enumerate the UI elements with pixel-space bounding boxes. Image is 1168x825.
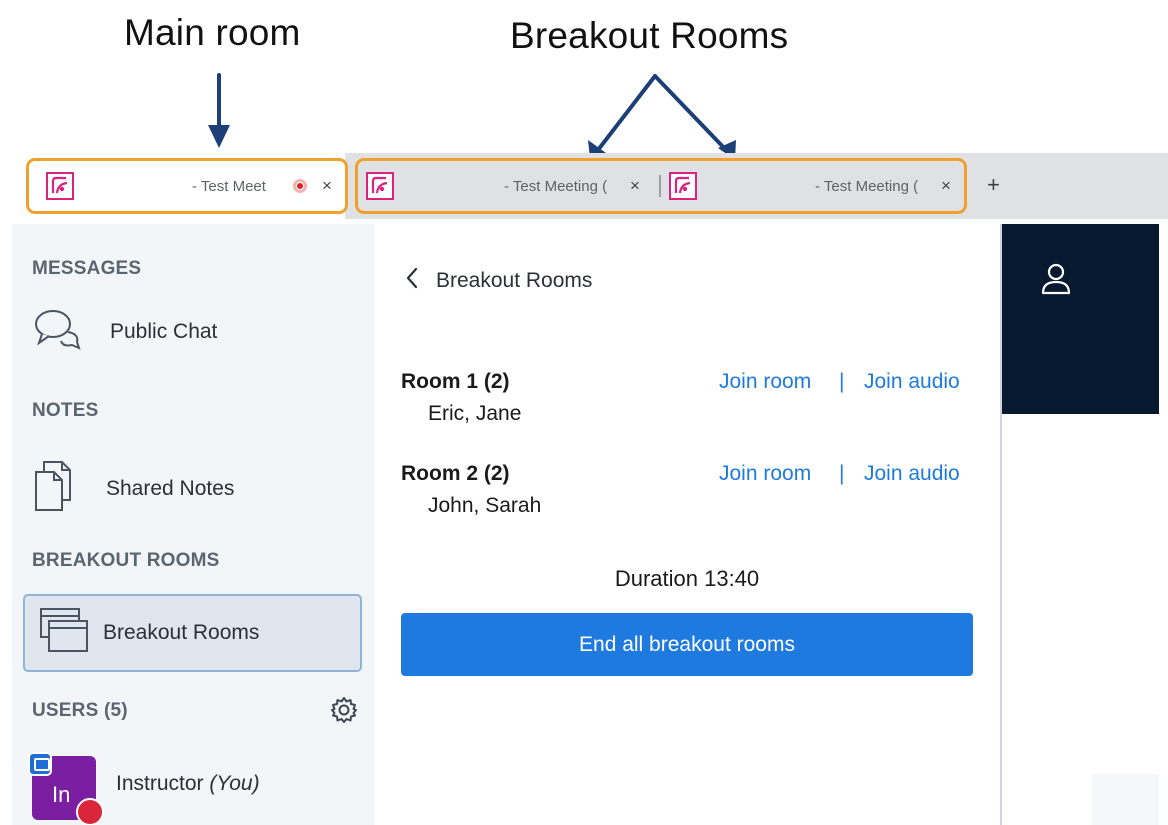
end-all-breakout-rooms-button[interactable]: End all breakout rooms [401,613,973,676]
room-users: Eric, Jane [428,402,522,425]
sidebar: MESSAGES Public Chat NOTES Shared Notes … [12,224,374,825]
room-name: Room 2 (2) [401,462,510,485]
tab-main-room[interactable]: - Test Meet × [30,163,346,209]
favicon-icon [669,172,697,200]
close-icon[interactable]: × [630,176,640,196]
avatar: In [28,752,104,825]
tab-title: - Test Meet [192,177,266,195]
close-icon[interactable]: × [941,176,951,196]
link-separator: | [839,462,845,485]
messages-section-title: MESSAGES [32,258,142,279]
user-you-tag: (You) [209,772,260,795]
browser-tabstrip: - Test Meet × - Test Meeting ( × - Test … [0,153,1168,223]
tab-title: - Test Meeting ( [815,177,919,195]
gear-icon[interactable] [330,696,358,729]
tab-separator [659,175,661,197]
presenter-icon [28,752,52,776]
tab-breakout-room-2[interactable]: - Test Meeting ( × [665,163,963,209]
sidebar-item-breakout-rooms[interactable]: Breakout Rooms [23,594,362,672]
link-separator: | [839,370,845,393]
notes-section-title: NOTES [32,400,99,421]
recording-icon [293,179,307,193]
user-name-text: Instructor [116,772,204,795]
notes-icon [32,460,76,518]
favicon-icon [366,172,394,200]
room-name: Room 1 (2) [401,370,510,393]
users-section-title: USERS (5) [32,700,128,721]
tab-title: - Test Meeting ( [504,177,608,195]
presentation-area [1000,224,1159,825]
new-tab-button[interactable]: + [987,172,1000,198]
breakout-rooms-annotation: Breakout Rooms [510,15,789,56]
join-audio-link[interactable]: Join audio [864,370,960,394]
main-room-annotation: Main room [124,12,301,53]
breakout-icon [39,605,89,661]
join-audio-link[interactable]: Join audio [864,462,960,486]
moderator-icon [76,798,104,825]
avatar-initials: In [52,782,71,807]
panel-title: Breakout Rooms [436,269,593,292]
join-room-link[interactable]: Join room [719,370,811,394]
room-users: John, Sarah [428,494,542,517]
close-icon[interactable]: × [322,176,332,196]
join-room-link[interactable]: Join room [719,462,811,486]
breakout-section-title: BREAKOUT ROOMS [32,550,220,571]
breakout-rooms-panel: Breakout Rooms Room 1 (2) Eric, Jane Joi… [374,224,1000,825]
chat-icon [32,306,84,358]
sidebar-item-public-chat[interactable]: Public Chat [32,306,217,358]
user-name: Instructor (You) [116,772,260,796]
canvas-corner [1092,774,1159,825]
duration-text: Duration 13:40 [614,566,760,591]
tab-breakout-room-1[interactable]: - Test Meeting ( × [358,163,658,209]
dark-header [1002,224,1159,414]
back-chevron-icon[interactable] [404,266,420,296]
user-list-item[interactable]: In Instructor (You) [28,752,260,825]
sidebar-item-label: Breakout Rooms [103,621,260,644]
panel-header[interactable]: Breakout Rooms [404,266,592,296]
sidebar-item-label: Shared Notes [106,477,235,500]
sidebar-item-label: Public Chat [110,320,218,343]
favicon-icon [46,172,74,200]
sidebar-item-shared-notes[interactable]: Shared Notes [32,460,234,518]
user-icon[interactable] [1040,262,1072,301]
